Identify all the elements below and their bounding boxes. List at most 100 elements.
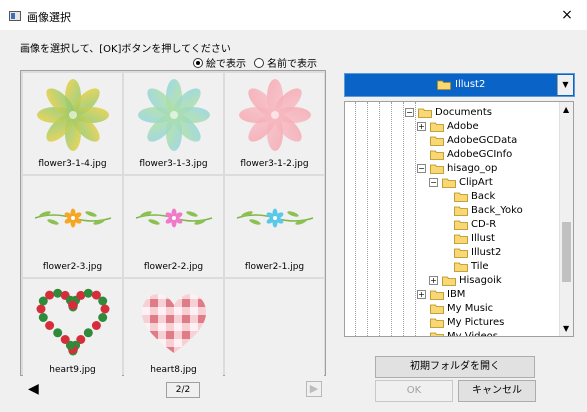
radio-name-view-label: 名前で表示 [267, 59, 317, 70]
tree-item[interactable]: CD-R [454, 217, 496, 231]
tree-item[interactable]: Adobe [430, 119, 479, 133]
image-grid-panel: flower3-1-4.jpg flower3-1-3.jpg flower3-… [20, 70, 326, 380]
window-title: 画像選択 [27, 11, 71, 24]
image-filename: flower2-1.jpg [244, 262, 305, 272]
scroll-down-icon[interactable]: ▼ [563, 324, 569, 333]
tree-item[interactable]: Back [454, 189, 495, 203]
folder-icon [430, 135, 444, 146]
tree-item[interactable]: Illust2 [454, 245, 501, 259]
view-mode-group: 絵で表示 名前で表示 [193, 55, 317, 70]
tree-item-label: AdobeGCInfo [447, 148, 513, 160]
tree-item[interactable]: Hisagoik [442, 273, 502, 287]
image-filename: heart9.jpg [49, 365, 96, 375]
image-thumbnail[interactable] [134, 283, 214, 359]
chevron-down-icon[interactable]: ▼ [557, 75, 573, 95]
image-cell-empty [225, 279, 324, 380]
cancel-button[interactable]: キャンセル [458, 380, 536, 402]
tree-item[interactable]: AdobeGCData [430, 133, 517, 147]
image-filename: flower2-3.jpg [42, 262, 103, 272]
folder-icon [430, 303, 444, 314]
tree-item[interactable]: Tile [454, 259, 489, 273]
tree-item-label: My Music [447, 302, 494, 314]
tree-item-label: Back [471, 190, 496, 202]
image-grid: flower3-1-4.jpg flower3-1-3.jpg flower3-… [23, 73, 324, 380]
tree-item[interactable]: Back_Yoko [454, 203, 523, 217]
tree-item-label: Illust2 [471, 246, 502, 258]
image-cell[interactable]: heart8.jpg [124, 279, 223, 380]
close-button[interactable]: × [551, 3, 583, 27]
tree-expand-toggle[interactable]: + [429, 276, 438, 285]
instruction-text: 画像を選択して、[OK]ボタンを押してください [20, 44, 231, 55]
scroll-up-icon[interactable]: ▲ [563, 105, 569, 114]
tree-item-label: IBM [447, 288, 466, 300]
tree-item[interactable]: hisago_op [430, 161, 497, 175]
tree-item-label: Documents [435, 106, 493, 118]
folder-icon [454, 205, 468, 216]
tree-item-label: Illust [471, 232, 495, 244]
folder-icon [442, 275, 456, 286]
tree-item[interactable]: Documents [418, 105, 492, 119]
tree-item[interactable]: My Videos [430, 329, 498, 337]
tree-item-label: My Videos [447, 330, 498, 337]
tree-item-label: ClipArt [459, 176, 493, 188]
image-thumbnail[interactable] [235, 180, 315, 256]
tree-item-label: Tile [471, 260, 489, 272]
image-thumbnail [235, 283, 315, 359]
open-initial-folder-button[interactable]: 初期フォルダを開く [375, 356, 535, 378]
tree-expand-toggle[interactable]: − [429, 178, 438, 187]
scrollbar-thumb[interactable] [562, 222, 571, 282]
window-icon [9, 11, 21, 21]
tree-item-label: Hisagoik [459, 274, 502, 286]
radio-picture-view-dot[interactable] [193, 57, 203, 68]
image-filename: flower3-1-4.jpg [38, 159, 107, 169]
folder-icon [454, 233, 468, 244]
image-cell[interactable]: flower3-1-4.jpg [23, 73, 122, 174]
page-indicator: 2/2 [166, 382, 200, 398]
radio-name-view-dot[interactable] [254, 57, 264, 68]
tree-item[interactable]: My Pictures [430, 315, 504, 329]
image-cell[interactable]: flower2-2.jpg [124, 176, 223, 277]
folder-dropdown[interactable]: Illust2 ▼ [344, 73, 575, 97]
image-thumbnail[interactable] [134, 77, 214, 153]
image-thumbnail[interactable] [134, 180, 214, 256]
folder-icon [454, 219, 468, 230]
image-cell[interactable]: flower2-1.jpg [225, 176, 324, 277]
title-bar: 画像選択 × [0, 0, 587, 30]
folder-icon [430, 149, 444, 160]
prev-page-button[interactable]: ◀ [28, 381, 42, 397]
folder-icon [430, 317, 444, 328]
tree-item-label: My Pictures [447, 316, 505, 328]
tree-expand-toggle[interactable]: + [417, 122, 426, 131]
tree-expand-toggle[interactable]: − [417, 164, 426, 173]
image-cell[interactable]: flower3-1-2.jpg [225, 73, 324, 174]
image-thumbnail[interactable] [235, 77, 315, 153]
tree-scrollbar[interactable]: ▲ ▼ [559, 102, 573, 336]
radio-picture-view[interactable]: 絵で表示 [193, 55, 246, 70]
next-page-button[interactable]: ▶ [306, 381, 322, 397]
folder-icon [454, 191, 468, 202]
tree-expand-toggle[interactable]: + [417, 290, 426, 299]
tree-item[interactable]: IBM [430, 287, 465, 301]
tree-item-label: AdobeGCData [447, 134, 518, 146]
image-thumbnail[interactable] [33, 180, 113, 256]
folder-icon [454, 247, 468, 258]
tree-item[interactable]: Illust [454, 231, 495, 245]
folder-icon [430, 331, 444, 336]
radio-name-view[interactable]: 名前で表示 [254, 55, 317, 70]
image-cell[interactable]: flower3-1-3.jpg [124, 73, 223, 174]
folder-tree[interactable]: ▲ ▼ − Documents + Adobe AdobeGCData AdobeGCIn… [344, 101, 574, 337]
tree-item-label: CD-R [471, 218, 497, 230]
image-cell[interactable]: heart9.jpg [23, 279, 122, 380]
image-filename: flower3-1-3.jpg [139, 159, 208, 169]
image-cell[interactable]: flower2-3.jpg [23, 176, 122, 277]
tree-item-label: hisago_op [447, 162, 498, 174]
tree-item[interactable]: My Music [430, 301, 493, 315]
tree-item[interactable]: ClipArt [442, 175, 493, 189]
ok-button[interactable]: OK [375, 380, 453, 402]
tree-expand-toggle[interactable]: − [405, 108, 414, 117]
tree-item[interactable]: AdobeGCInfo [430, 147, 512, 161]
image-thumbnail[interactable] [33, 283, 113, 359]
image-thumbnail[interactable] [33, 77, 113, 153]
folder-open-icon [437, 80, 451, 90]
image-filename: heart8.jpg [150, 365, 197, 375]
